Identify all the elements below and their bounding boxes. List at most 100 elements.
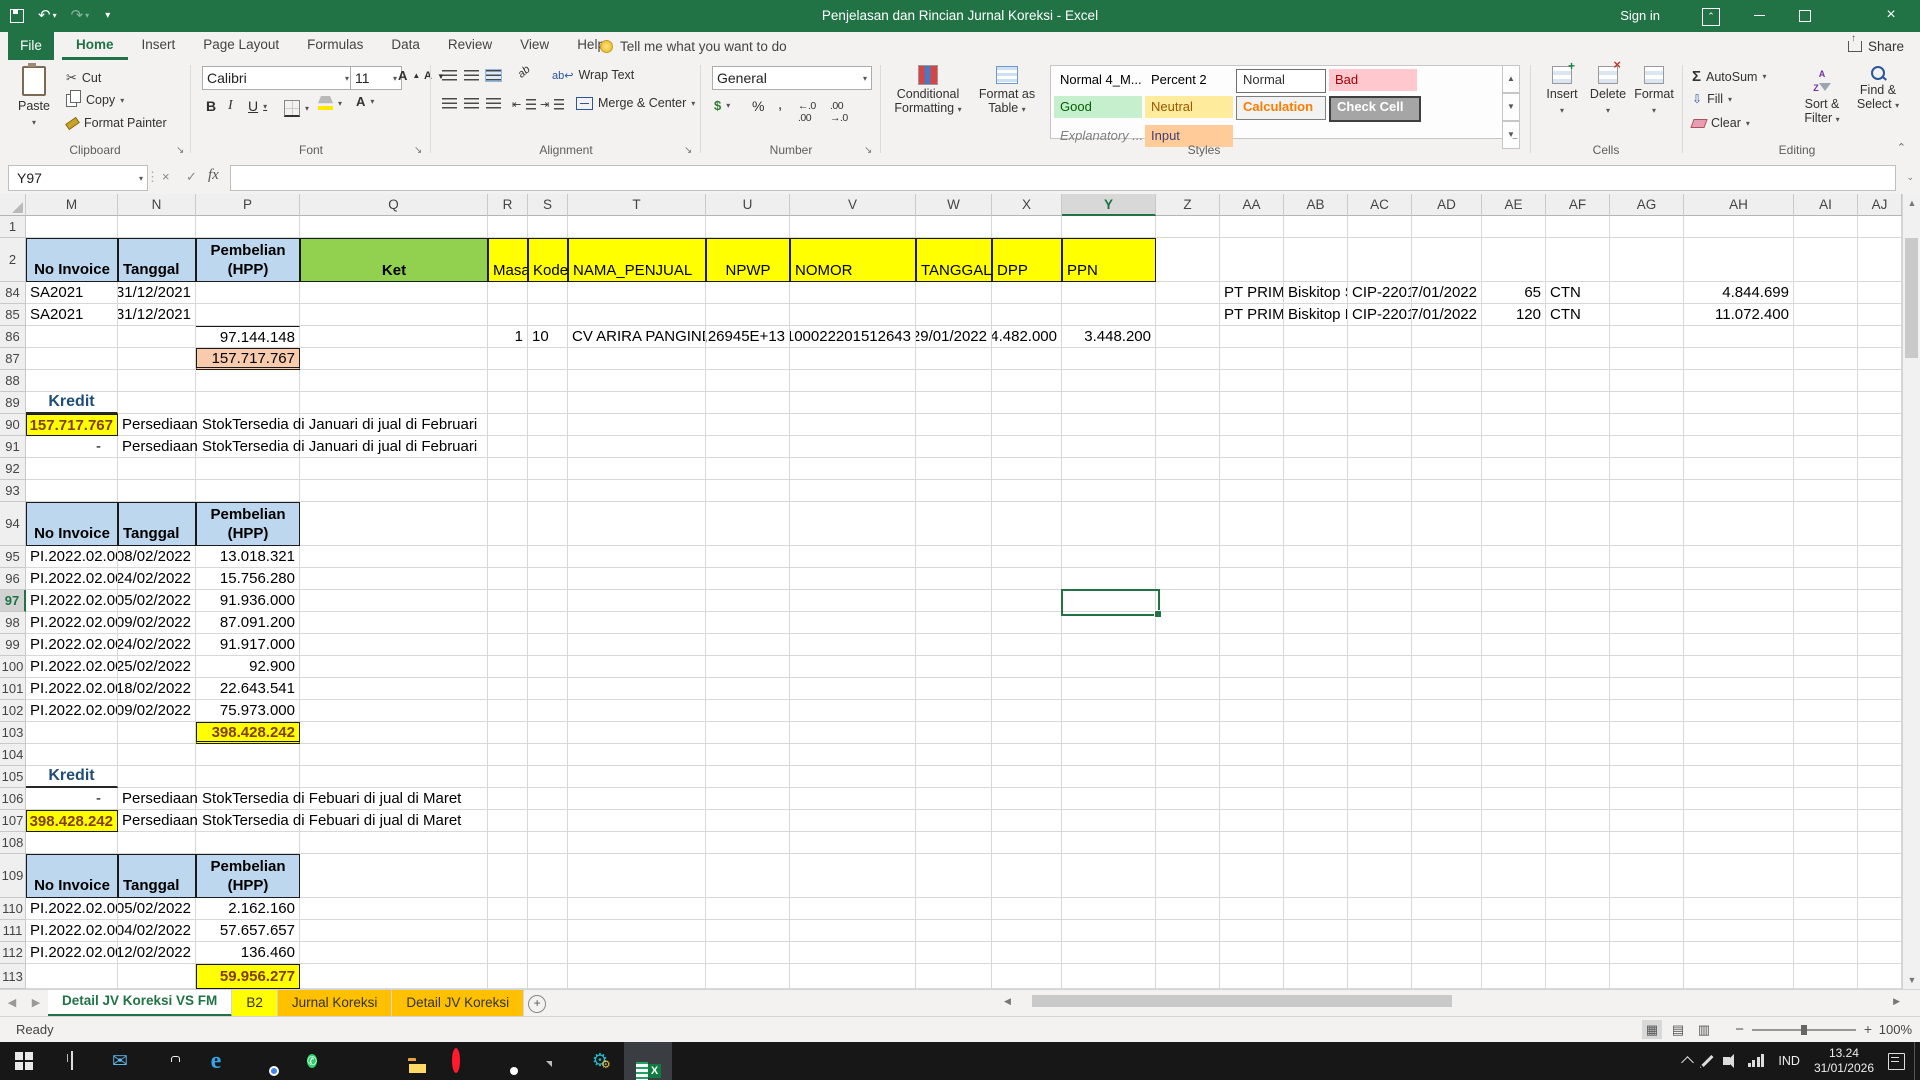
close-button[interactable]: ×	[1862, 0, 1920, 32]
cell-Z100[interactable]	[1156, 656, 1220, 678]
cell-M102[interactable]: PI.2022.02.00010	[26, 700, 118, 722]
cell-M101[interactable]: PI.2022.02.00023	[26, 678, 118, 700]
cell-Z97[interactable]	[1156, 590, 1220, 612]
underline-button[interactable]: U▾	[248, 98, 267, 114]
cell-AF98[interactable]	[1546, 612, 1610, 634]
alignment-dialog-launcher-icon[interactable]: ↘	[684, 145, 692, 156]
cell-M103[interactable]	[26, 722, 118, 744]
cell-AA1[interactable]	[1220, 216, 1284, 238]
cell-AC112[interactable]	[1348, 942, 1412, 964]
row-header-92[interactable]: 92	[0, 458, 26, 480]
cell-Z92[interactable]	[1156, 458, 1220, 480]
cell-AC1[interactable]	[1348, 216, 1412, 238]
cell-Z108[interactable]	[1156, 832, 1220, 854]
cell-Q88[interactable]	[300, 370, 488, 392]
cell-AF85[interactable]: CTN	[1546, 304, 1610, 326]
cell-Z113[interactable]	[1156, 964, 1220, 989]
cell-AA97[interactable]	[1220, 590, 1284, 612]
cell-AB102[interactable]	[1284, 700, 1348, 722]
cell-Z98[interactable]	[1156, 612, 1220, 634]
cancel-icon[interactable]: ×	[162, 169, 170, 184]
cell-AB85[interactable]: Biskitop Bu	[1284, 304, 1348, 326]
cell-Y96[interactable]	[1062, 568, 1156, 590]
undo-icon[interactable]: ↶▾	[38, 0, 57, 32]
cell-AI99[interactable]	[1794, 634, 1858, 656]
cell-AD100[interactable]	[1412, 656, 1482, 678]
cell-W97[interactable]	[916, 590, 992, 612]
cell-N86[interactable]	[118, 326, 196, 348]
cell-AF93[interactable]	[1546, 480, 1610, 502]
cell-AG97[interactable]	[1610, 590, 1684, 612]
row-header-97[interactable]: 97	[0, 590, 26, 612]
cell-AI95[interactable]	[1794, 546, 1858, 568]
font-name-combo[interactable]: Calibri▾	[202, 66, 354, 90]
cell-V109[interactable]	[790, 854, 916, 898]
cell-AG88[interactable]	[1610, 370, 1684, 392]
cell-AG85[interactable]	[1610, 304, 1684, 326]
cell-M89[interactable]: Kredit	[26, 392, 118, 414]
cell-R89[interactable]	[488, 392, 528, 414]
cell-AC104[interactable]	[1348, 744, 1412, 766]
cell-AF112[interactable]	[1546, 942, 1610, 964]
cell-U90[interactable]	[706, 414, 790, 436]
cell-S1[interactable]	[528, 216, 568, 238]
cell-AG90[interactable]	[1610, 414, 1684, 436]
cell-S88[interactable]	[528, 370, 568, 392]
cell-W86[interactable]: 29/01/2022	[916, 326, 992, 348]
cell-S109[interactable]	[528, 854, 568, 898]
cell-AB112[interactable]	[1284, 942, 1348, 964]
cell-AH91[interactable]	[1684, 436, 1794, 458]
cell-W107[interactable]	[916, 810, 992, 832]
cell-AI102[interactable]	[1794, 700, 1858, 722]
cell-P93[interactable]	[196, 480, 300, 502]
cell-S104[interactable]	[528, 744, 568, 766]
tab-file[interactable]: File	[8, 32, 54, 60]
cell-Y85[interactable]	[1062, 304, 1156, 326]
accounting-format-button[interactable]: $▾	[714, 98, 730, 113]
cell-M108[interactable]	[26, 832, 118, 854]
cell-AC102[interactable]	[1348, 700, 1412, 722]
cell-T87[interactable]	[568, 348, 706, 370]
cell-AD2[interactable]	[1412, 238, 1482, 282]
cell-Q86[interactable]	[300, 326, 488, 348]
cell-X103[interactable]	[992, 722, 1062, 744]
cell-AF104[interactable]	[1546, 744, 1610, 766]
grow-font-button[interactable]: A▲	[398, 68, 420, 83]
cell-V86[interactable]: 100022201512643	[790, 326, 916, 348]
cell-W2[interactable]: TANGGAL	[916, 238, 992, 282]
cell-AD89[interactable]	[1412, 392, 1482, 414]
cell-AC100[interactable]	[1348, 656, 1412, 678]
cell-AA89[interactable]	[1220, 392, 1284, 414]
cell-M112[interactable]: PI.2022.02.00010	[26, 942, 118, 964]
cell-AI90[interactable]	[1794, 414, 1858, 436]
cell-N109[interactable]: Tanggal	[118, 854, 196, 898]
taskbar-explorer[interactable]	[384, 1042, 432, 1080]
cell-U84[interactable]	[706, 282, 790, 304]
cell-AH102[interactable]	[1684, 700, 1794, 722]
cell-AJ109[interactable]	[1858, 854, 1902, 898]
cell-AA94[interactable]	[1220, 502, 1284, 546]
cell-N85[interactable]: 31/12/2021	[118, 304, 196, 326]
cell-Y113[interactable]	[1062, 964, 1156, 989]
cell-AD88[interactable]	[1412, 370, 1482, 392]
cell-AI100[interactable]	[1794, 656, 1858, 678]
clock[interactable]: 13.24 31/01/2026	[1807, 1042, 1881, 1080]
cell-M111[interactable]: PI.2022.02.00001	[26, 920, 118, 942]
cell-AF109[interactable]	[1546, 854, 1610, 898]
cell-AD92[interactable]	[1412, 458, 1482, 480]
cell-W101[interactable]	[916, 678, 992, 700]
delete-cells-button[interactable]: Delete▾	[1586, 66, 1630, 118]
cell-AF94[interactable]	[1546, 502, 1610, 546]
cell-W88[interactable]	[916, 370, 992, 392]
cell-Q102[interactable]	[300, 700, 488, 722]
cell-AG112[interactable]	[1610, 942, 1684, 964]
cell-T1[interactable]	[568, 216, 706, 238]
cell-AF108[interactable]	[1546, 832, 1610, 854]
cell-AB86[interactable]	[1284, 326, 1348, 348]
italic-button[interactable]: I	[228, 98, 233, 114]
col-header-T[interactable]: T	[568, 194, 706, 216]
cell-AG99[interactable]	[1610, 634, 1684, 656]
cell-AJ98[interactable]	[1858, 612, 1902, 634]
row-header-87[interactable]: 87	[0, 348, 26, 370]
cell-S90[interactable]	[528, 414, 568, 436]
